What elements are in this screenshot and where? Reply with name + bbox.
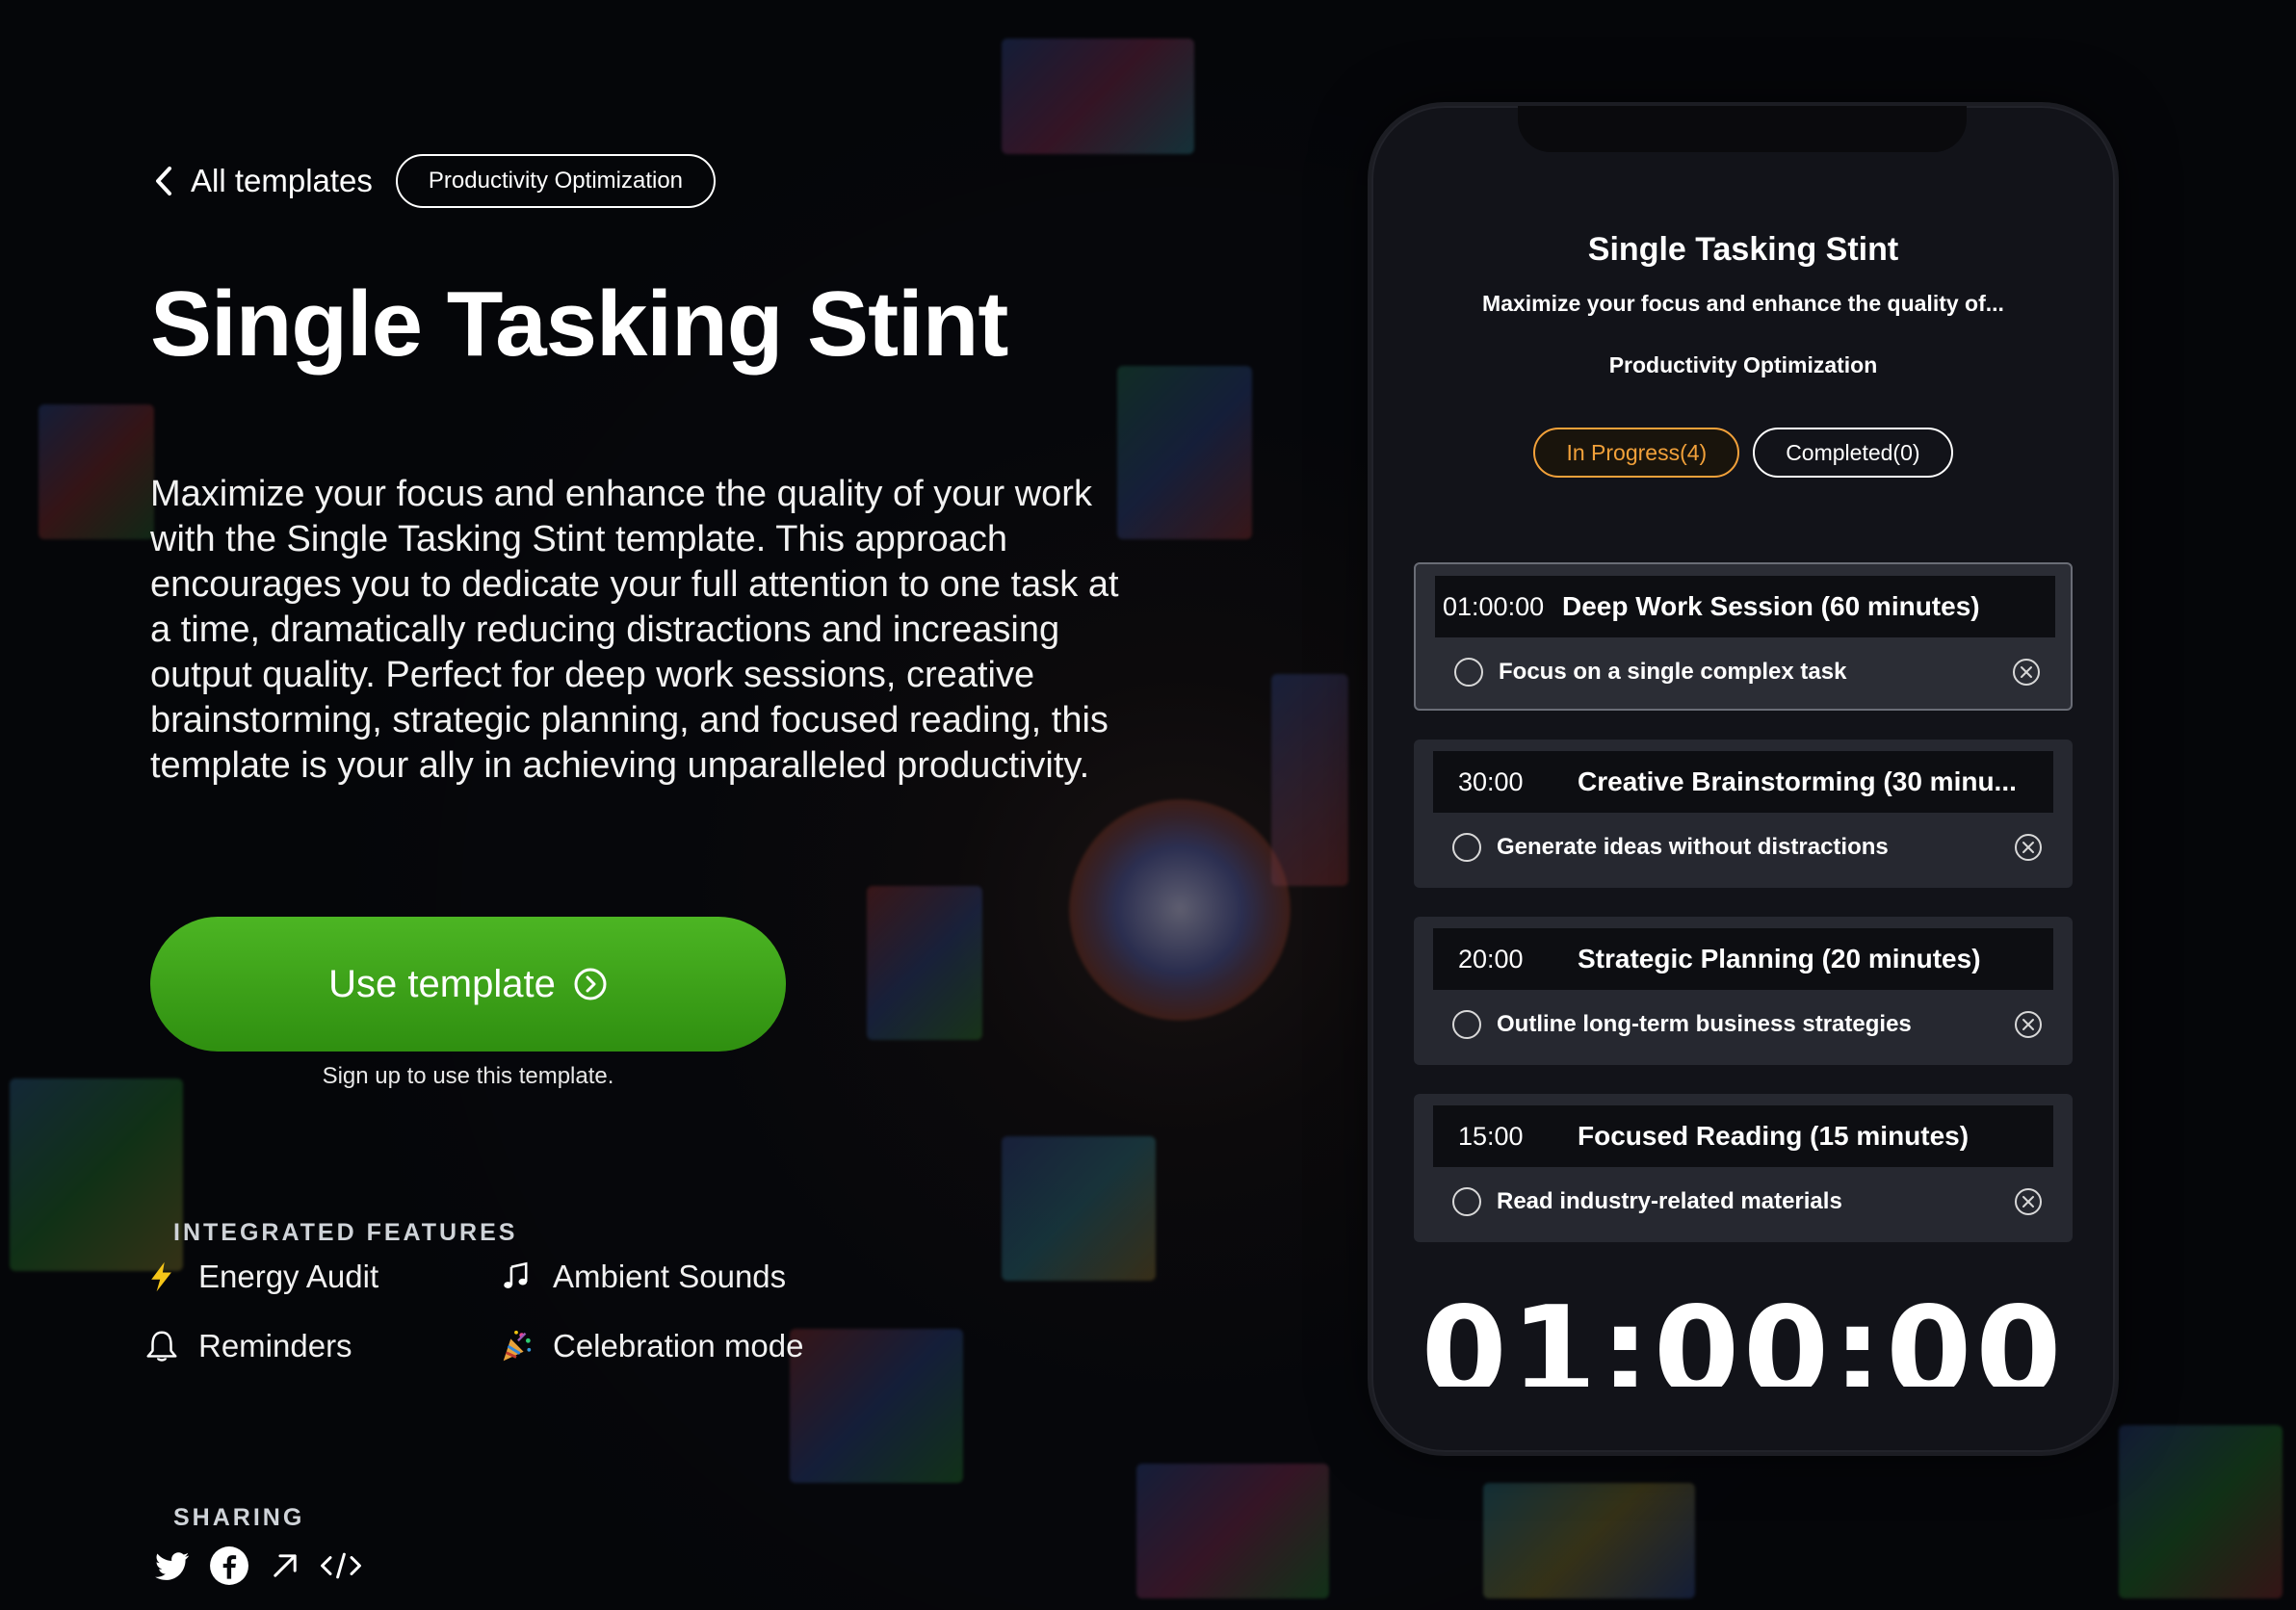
subtask-label: Read industry-related materials [1497, 1188, 1842, 1214]
subtask-row: Outline long-term business strategies [1452, 1009, 2044, 1040]
facebook-icon[interactable] [208, 1545, 250, 1587]
use-template-button[interactable]: Use template [150, 917, 786, 1052]
feature-celebration-mode: Celebration mode [497, 1327, 824, 1365]
subtask-label: Generate ideas without distractions [1497, 834, 1889, 860]
bell-icon [143, 1327, 181, 1365]
embed-code-icon[interactable] [320, 1545, 362, 1587]
subtask-row: Generate ideas without distractions [1452, 832, 2044, 863]
sharing-icons [152, 1545, 362, 1587]
top-navigation: All templates Productivity Optimization [150, 154, 717, 208]
countdown-value: 01:00:00 [1421, 1281, 2066, 1387]
task-duration: 01:00:00 [1443, 591, 1545, 621]
twitter-icon[interactable] [152, 1545, 195, 1587]
task-duration: 30:00 [1458, 766, 1524, 796]
task-duration: 20:00 [1458, 944, 1524, 974]
task-card[interactable]: 01:00:00 Deep Work Session (60 minutes) … [1414, 562, 2073, 711]
feature-label: Reminders [198, 1328, 352, 1363]
feature-ambient-sounds: Ambient Sounds [497, 1258, 824, 1296]
phone-notch [1518, 106, 1967, 152]
phone-preview: Single Tasking Stint Maximize your focus… [1371, 106, 2115, 1452]
signup-note: Sign up to use this template. [322, 1063, 614, 1089]
remove-circle-icon[interactable] [2011, 657, 2042, 688]
feature-reminders: Reminders [143, 1327, 497, 1365]
task-name: Creative Brainstorming (30 minu... [1578, 766, 2017, 796]
task-card[interactable]: 30:00 Creative Brainstorming (30 minu...… [1414, 740, 2073, 888]
remove-circle-icon[interactable] [2013, 832, 2044, 863]
share-arrow-icon[interactable] [264, 1545, 306, 1587]
arrow-circle-right-icon [574, 968, 607, 1000]
subtask-radio[interactable] [1454, 658, 1483, 687]
subtask-label: Outline long-term business strategies [1497, 1011, 1912, 1037]
feature-label: Celebration mode [553, 1328, 804, 1363]
preview-title: Single Tasking Stint [1587, 231, 1899, 268]
remove-circle-icon[interactable] [2013, 1186, 2044, 1217]
feature-label: Ambient Sounds [553, 1259, 787, 1294]
all-templates-link[interactable]: All templates [150, 163, 373, 199]
subtask-radio[interactable] [1452, 833, 1481, 862]
category-tag[interactable]: Productivity Optimization [395, 154, 717, 208]
subtask-row: Focus on a single complex task [1454, 657, 2042, 688]
task-duration: 15:00 [1458, 1121, 1524, 1151]
features-heading: INTEGRATED FEATURES [173, 1219, 518, 1246]
task-header: 01:00:00 Deep Work Session (60 minutes) [1435, 576, 2055, 637]
page: All templates Productivity Optimization … [0, 0, 2296, 1610]
subtask-radio[interactable] [1452, 1010, 1481, 1039]
task-card[interactable]: 15:00 Focused Reading (15 minutes) Read … [1414, 1094, 2073, 1242]
chevron-left-icon [156, 167, 171, 195]
features-list: Energy Audit Ambient Sounds Reminders Ce… [143, 1258, 824, 1365]
task-name: Deep Work Session (60 minutes) [1562, 591, 1980, 621]
preview-tabs: In Progress(4) Completed(0) [1371, 428, 2115, 478]
countdown-timer: 01:00:00 [1371, 1271, 2115, 1387]
task-header: 20:00 Strategic Planning (20 minutes) [1433, 928, 2053, 990]
remove-circle-icon[interactable] [2013, 1009, 2044, 1040]
lightning-icon [143, 1258, 181, 1296]
use-template-label: Use template [328, 962, 556, 1005]
template-description: Maximize your focus and enhance the qual… [150, 474, 1119, 786]
preview-category: Productivity Optimization [1608, 352, 1878, 377]
task-name: Focused Reading (15 minutes) [1578, 1121, 1970, 1151]
party-popper-icon [497, 1327, 535, 1365]
all-templates-label: All templates [191, 163, 373, 198]
task-name: Strategic Planning (20 minutes) [1578, 944, 1981, 974]
page-title: Single Tasking Stint [150, 273, 1008, 376]
feature-label: Energy Audit [198, 1259, 379, 1294]
task-card[interactable]: 20:00 Strategic Planning (20 minutes) Ou… [1414, 917, 2073, 1065]
task-header: 30:00 Creative Brainstorming (30 minu... [1433, 751, 2053, 813]
preview-subtitle: Maximize your focus and enhance the qual… [1482, 291, 2004, 316]
subtask-label: Focus on a single complex task [1499, 659, 1847, 685]
feature-energy-audit: Energy Audit [143, 1258, 497, 1296]
music-note-icon [497, 1258, 535, 1296]
subtask-row: Read industry-related materials [1452, 1186, 2044, 1217]
tab-completed[interactable]: Completed(0) [1753, 428, 1953, 478]
sharing-heading: SHARING [173, 1504, 305, 1531]
task-header: 15:00 Focused Reading (15 minutes) [1433, 1105, 2053, 1167]
subtask-radio[interactable] [1452, 1187, 1481, 1216]
tab-in-progress[interactable]: In Progress(4) [1533, 428, 1740, 478]
